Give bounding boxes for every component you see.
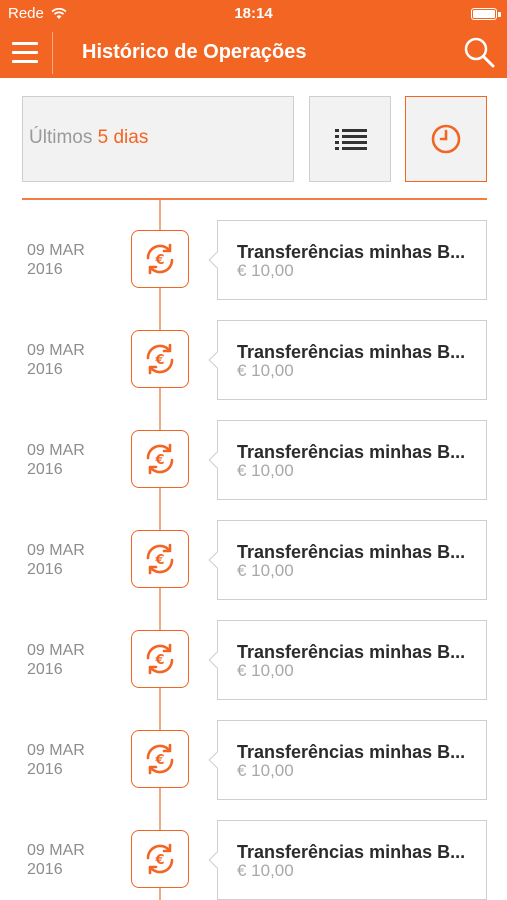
period-filter[interactable]: Últimos 5 dias bbox=[22, 96, 294, 182]
list-icon bbox=[335, 129, 367, 150]
operation-type-badge: € bbox=[131, 330, 189, 388]
operation-title: Transferências minhas B... bbox=[237, 242, 466, 262]
operation-row: 09 MAR 2016 € Transferências minhas B...… bbox=[0, 720, 507, 820]
euro-transfer-icon: € bbox=[146, 343, 174, 375]
operation-date: 09 MAR 2016 bbox=[27, 642, 85, 678]
top-bar: Rede 18:14 Histórico de Operações bbox=[0, 0, 507, 78]
svg-text:€: € bbox=[154, 653, 164, 668]
operation-row: 09 MAR 2016 € Transferências minhas B...… bbox=[0, 220, 507, 320]
operation-card[interactable]: Transferências minhas B... € 10,00 bbox=[208, 520, 487, 600]
nav-bar: Histórico de Operações bbox=[0, 28, 507, 78]
operation-date: 09 MAR 2016 bbox=[27, 442, 85, 478]
svg-text:€: € bbox=[154, 453, 164, 468]
operation-card[interactable]: Transferências minhas B... € 10,00 bbox=[208, 420, 487, 500]
operation-amount: € 10,00 bbox=[237, 861, 294, 880]
menu-button[interactable] bbox=[12, 40, 40, 64]
operation-row: 09 MAR 2016 € Transferências minhas B...… bbox=[0, 520, 507, 620]
operation-amount: € 10,00 bbox=[237, 661, 294, 680]
operation-row: 09 MAR 2016 € Transferências minhas B...… bbox=[0, 320, 507, 420]
operation-type-badge: € bbox=[131, 430, 189, 488]
operation-title: Transferências minhas B... bbox=[237, 542, 466, 562]
clock-icon bbox=[431, 124, 461, 154]
timeline-view-button[interactable] bbox=[405, 96, 487, 182]
operation-amount: € 10,00 bbox=[237, 761, 294, 780]
search-icon bbox=[464, 37, 495, 68]
operation-amount: € 10,00 bbox=[237, 361, 294, 380]
operation-date: 09 MAR 2016 bbox=[27, 842, 85, 878]
operation-date: 09 MAR 2016 bbox=[27, 742, 85, 778]
hamburger-icon bbox=[12, 42, 38, 45]
operation-card[interactable]: Transferências minhas B... € 10,00 bbox=[208, 220, 487, 300]
period-prefix: Últimos bbox=[29, 127, 93, 148]
status-bar: Rede 18:14 bbox=[0, 0, 507, 28]
operation-type-badge: € bbox=[131, 230, 189, 288]
operation-date: 09 MAR 2016 bbox=[27, 242, 85, 278]
operation-card[interactable]: Transferências minhas B... € 10,00 bbox=[208, 820, 487, 900]
euro-transfer-icon: € bbox=[146, 643, 174, 675]
svg-text:€: € bbox=[154, 253, 164, 268]
operation-amount: € 10,00 bbox=[237, 461, 294, 480]
svg-text:€: € bbox=[154, 753, 164, 768]
status-time: 18:14 bbox=[234, 5, 273, 22]
operation-date: 09 MAR 2016 bbox=[27, 542, 85, 578]
operation-title: Transferências minhas B... bbox=[237, 442, 466, 462]
euro-transfer-icon: € bbox=[146, 543, 174, 575]
operation-type-badge: € bbox=[131, 530, 189, 588]
svg-text:€: € bbox=[154, 353, 164, 368]
euro-transfer-icon: € bbox=[146, 243, 174, 275]
operation-title: Transferências minhas B... bbox=[237, 342, 466, 362]
euro-transfer-icon: € bbox=[146, 743, 174, 775]
operation-type-badge: € bbox=[131, 730, 189, 788]
period-value: 5 dias bbox=[97, 127, 149, 148]
euro-transfer-icon: € bbox=[146, 843, 174, 875]
operation-row: 09 MAR 2016 € Transferências minhas B...… bbox=[0, 420, 507, 520]
operation-title: Transferências minhas B... bbox=[237, 742, 466, 762]
operation-row: 09 MAR 2016 € Transferências minhas B...… bbox=[0, 620, 507, 720]
list-view-button[interactable] bbox=[309, 96, 391, 182]
svg-text:€: € bbox=[154, 853, 164, 868]
operation-type-badge: € bbox=[131, 630, 189, 688]
operation-title: Transferências minhas B... bbox=[237, 642, 466, 662]
operation-row: 09 MAR 2016 € Transferências minhas B...… bbox=[0, 820, 507, 900]
section-divider bbox=[22, 198, 487, 200]
nav-divider bbox=[52, 32, 53, 74]
operation-amount: € 10,00 bbox=[237, 261, 294, 280]
operation-card[interactable]: Transferências minhas B... € 10,00 bbox=[208, 320, 487, 400]
operation-card[interactable]: Transferências minhas B... € 10,00 bbox=[208, 620, 487, 700]
operation-date: 09 MAR 2016 bbox=[27, 342, 85, 378]
operation-amount: € 10,00 bbox=[237, 561, 294, 580]
battery-icon bbox=[471, 8, 501, 20]
period-filter-label: Últimos 5 dias bbox=[29, 127, 148, 149]
operation-card[interactable]: Transferências minhas B... € 10,00 bbox=[208, 720, 487, 800]
operation-title: Transferências minhas B... bbox=[237, 842, 466, 862]
euro-transfer-icon: € bbox=[146, 443, 174, 475]
search-button[interactable] bbox=[463, 36, 497, 70]
page-title: Histórico de Operações bbox=[82, 41, 307, 63]
operation-type-badge: € bbox=[131, 830, 189, 888]
svg-text:€: € bbox=[154, 553, 164, 568]
